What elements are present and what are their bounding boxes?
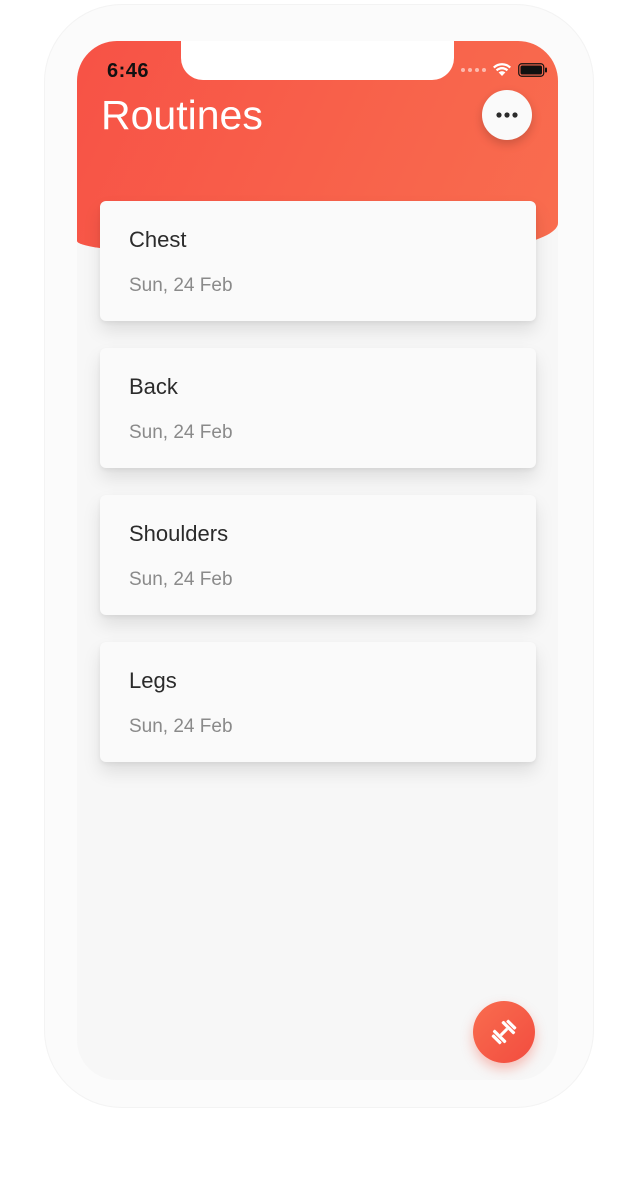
routine-date: Sun, 24 Feb <box>129 275 233 296</box>
page-title: Routines <box>101 92 263 138</box>
routine-date: Sun, 24 Feb <box>129 569 233 590</box>
routine-name: Back <box>129 374 178 399</box>
routine-name: Legs <box>129 668 177 693</box>
routine-card-legs[interactable]: Legs Sun, 24 Feb <box>100 642 536 762</box>
routine-card-chest[interactable]: Chest Sun, 24 Feb <box>100 201 536 321</box>
routine-date: Sun, 24 Feb <box>129 716 233 737</box>
dumbbell-icon <box>491 1019 517 1045</box>
status-time: 6:46 <box>107 60 150 82</box>
more-horizontal-icon <box>496 112 518 118</box>
routine-name: Shoulders <box>129 521 229 546</box>
battery-icon <box>518 62 547 77</box>
start-workout-fab[interactable] <box>473 1001 535 1063</box>
cellular-signal-icon <box>461 67 486 72</box>
status-icons <box>461 62 548 77</box>
routine-card-back[interactable]: Back Sun, 24 Feb <box>100 348 536 468</box>
routine-name: Chest <box>129 227 187 252</box>
routine-card-shoulders[interactable]: Shoulders Sun, 24 Feb <box>100 495 536 615</box>
routine-date: Sun, 24 Feb <box>129 422 233 443</box>
app-screen: 6:46 Routines Chest Sun, 24 Feb Back Sun… <box>77 41 558 1080</box>
device-notch <box>181 41 454 80</box>
wifi-icon <box>493 63 511 76</box>
more-options-button[interactable] <box>482 90 532 140</box>
